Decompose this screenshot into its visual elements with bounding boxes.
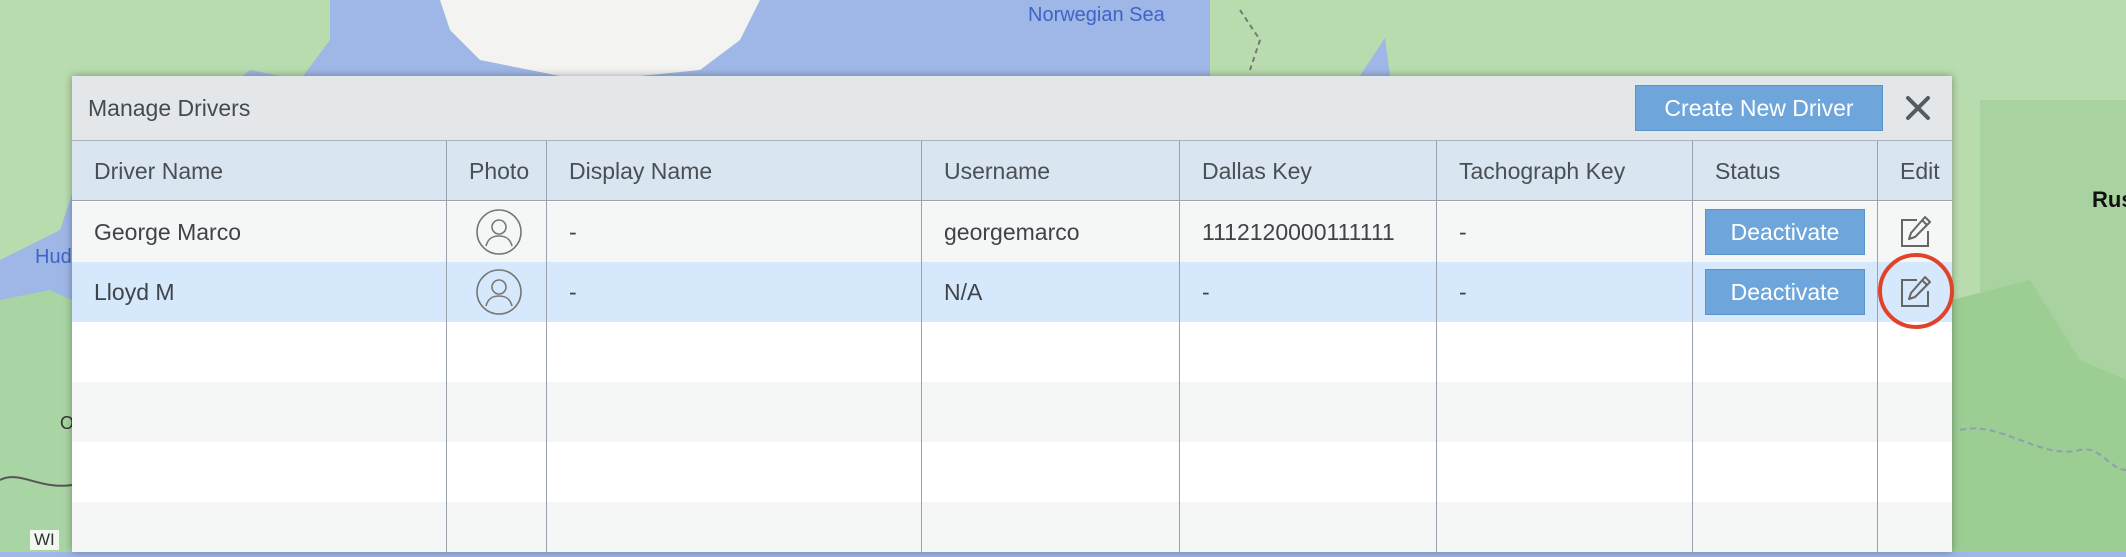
- avatar-icon: [476, 269, 522, 315]
- empty-table-row: [72, 502, 1952, 552]
- column-header-driver-name[interactable]: Driver Name: [94, 141, 223, 201]
- display-name-cell: -: [569, 279, 577, 305]
- empty-table-row: [72, 382, 1952, 442]
- display-name-cell: -: [569, 219, 577, 245]
- dialog-titlebar: Manage Drivers Create New Driver: [72, 76, 1952, 141]
- username-cell: georgemarco: [944, 219, 1080, 245]
- tachograph-key-cell: -: [1459, 279, 1467, 305]
- tachograph-key-cell: -: [1459, 219, 1467, 245]
- username-cell: N/A: [944, 279, 983, 305]
- column-divider: [921, 141, 922, 552]
- column-divider: [1436, 141, 1437, 552]
- column-header-photo[interactable]: Photo: [469, 141, 529, 201]
- table-row[interactable]: Lloyd M - N/A - - Deactivate: [72, 262, 1952, 322]
- manage-drivers-dialog: Manage Drivers Create New Driver Driver …: [72, 76, 1952, 552]
- column-header-status[interactable]: Status: [1715, 141, 1780, 201]
- create-new-driver-button[interactable]: Create New Driver: [1635, 85, 1883, 131]
- column-header-dallas-key[interactable]: Dallas Key: [1202, 141, 1312, 201]
- edit-icon[interactable]: [1897, 274, 1933, 310]
- deactivate-button[interactable]: Deactivate: [1705, 209, 1865, 255]
- column-header-display-name[interactable]: Display Name: [569, 141, 712, 201]
- table-header-row: Driver Name Photo Display Name Username …: [72, 141, 1952, 201]
- dallas-key-cell: 1112120000111111: [1202, 219, 1395, 245]
- close-icon[interactable]: [1898, 88, 1938, 128]
- column-divider: [1179, 141, 1180, 552]
- column-header-tachograph-key[interactable]: Tachograph Key: [1459, 141, 1625, 201]
- table-row[interactable]: George Marco - georgemarco 1112120000111…: [72, 202, 1952, 262]
- empty-table-row: [72, 442, 1952, 502]
- avatar-icon: [476, 209, 522, 255]
- dallas-key-cell: -: [1202, 279, 1210, 305]
- column-divider: [1877, 141, 1878, 552]
- column-divider: [546, 141, 547, 552]
- column-divider: [1692, 141, 1693, 552]
- map-label-hudson: Hud: [35, 246, 72, 268]
- column-header-edit[interactable]: Edit: [1900, 141, 1940, 201]
- edit-icon[interactable]: [1897, 214, 1933, 250]
- column-header-username[interactable]: Username: [944, 141, 1050, 201]
- map-label-norwegian-sea: Norwegian Sea: [1028, 4, 1165, 26]
- dialog-title: Manage Drivers: [88, 95, 251, 121]
- driver-name-cell: Lloyd M: [94, 279, 175, 305]
- map-label-russia: Rus: [2092, 187, 2126, 212]
- map-label-wi: WI: [30, 530, 59, 550]
- drivers-table: Driver Name Photo Display Name Username …: [72, 141, 1952, 552]
- column-divider: [446, 141, 447, 552]
- deactivate-button[interactable]: Deactivate: [1705, 269, 1865, 315]
- driver-name-cell: George Marco: [94, 219, 242, 245]
- empty-table-row: [72, 322, 1952, 382]
